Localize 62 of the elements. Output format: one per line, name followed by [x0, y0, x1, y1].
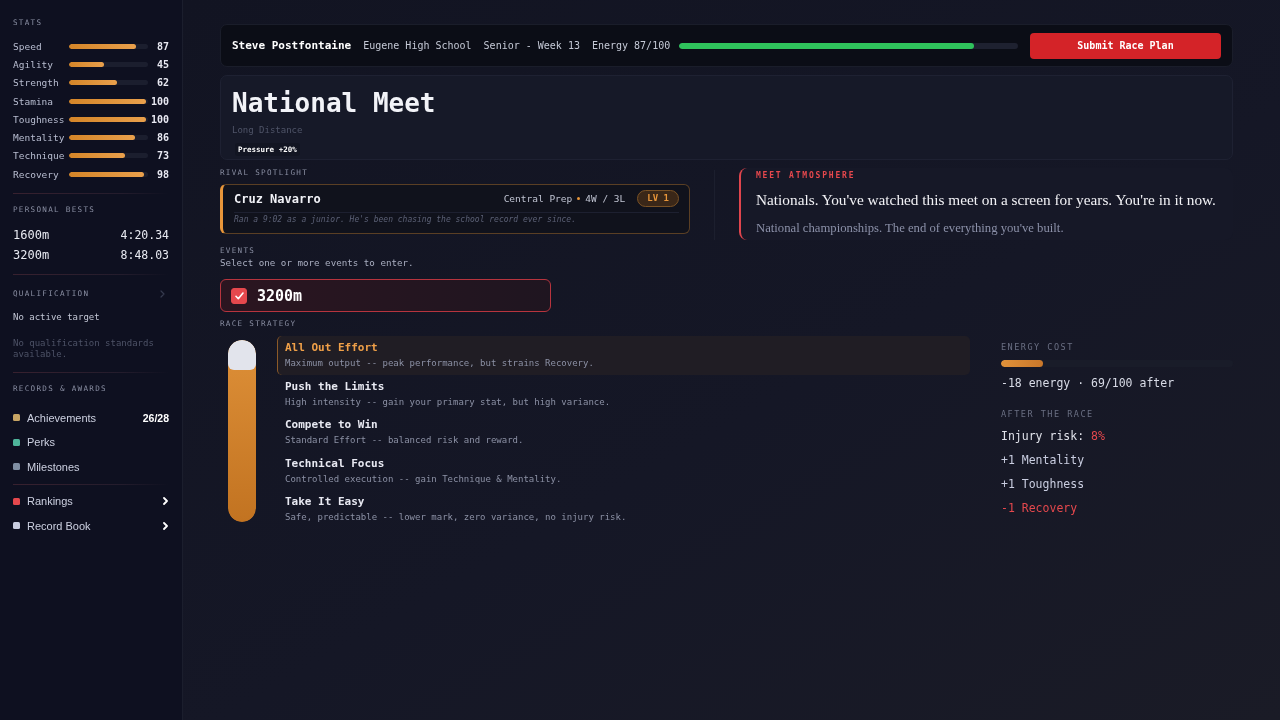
slider-thumb[interactable]: [228, 340, 256, 370]
stat-name: Strength: [13, 77, 60, 89]
submit-button[interactable]: Submit Race Plan: [1030, 32, 1221, 59]
school-name: Eugene High School: [363, 40, 472, 51]
stat-name: Speed: [13, 40, 43, 52]
strategy-option[interactable]: All Out Effort Maximum output -- peak performance, but strains Recovery.: [277, 336, 970, 375]
rival-name: Cruz Navarro: [234, 191, 321, 206]
stat-value: 100: [149, 113, 169, 125]
stat-value: 100: [149, 95, 169, 107]
stat-value: 45: [155, 58, 169, 70]
sidebar-link[interactable]: Rankings: [13, 488, 169, 514]
strategy-option[interactable]: Push the Limits High intensity -- gain your primary stat, but high variance.: [277, 374, 970, 414]
checkbox[interactable]: [231, 287, 247, 304]
best-time: 4:20.34: [120, 228, 169, 243]
level-badge: LV 1: [637, 190, 679, 207]
stat-value: 87: [155, 40, 169, 52]
meet-title: National Meet: [232, 88, 436, 118]
season-week: Senior - Week 13: [483, 40, 580, 51]
stat-name: Agility: [13, 58, 55, 70]
stat-value: 73: [155, 150, 169, 162]
best-event: 1600m: [13, 228, 50, 243]
record-label: Perks: [27, 436, 56, 449]
event-toggle[interactable]: 3200m: [220, 279, 551, 312]
stat-change-text: +1 Mentality: [1001, 453, 1085, 467]
stat-name: Mentality: [13, 132, 66, 144]
strategy-slider[interactable]: [228, 340, 256, 522]
events-hint: Select one or more events to enter.: [220, 257, 415, 269]
section-heading: AFTER THE RACE: [1001, 409, 1095, 419]
record-count: 26/28: [142, 411, 169, 424]
atmosphere-headline: Nationals. You've watched this meet on a screen for years. You're in it now.: [756, 191, 1217, 209]
meet-distance: Long Distance: [232, 125, 303, 135]
injury-risk-text: Injury risk: 8%: [1001, 429, 1105, 443]
section-heading: ENERGY COST: [1001, 342, 1075, 352]
strategy-option[interactable]: Take It Easy Safe, predictable -- lower mark, zero variance, no injury risk.: [277, 490, 970, 529]
rival-school: Central Prep: [503, 193, 573, 204]
rival-note: Ran a 9:02 as a junior. He's been chasing the school record ever since.: [234, 214, 577, 226]
stat-name: Stamina: [13, 95, 55, 107]
qualification-note: No qualification standards available.: [13, 338, 155, 361]
checkmark-icon: [234, 291, 244, 300]
atmosphere-heading: MEET ATMOSPHERE: [756, 171, 857, 181]
qualification-status: No active target: [13, 311, 101, 324]
rival-record: 4W / 3L: [585, 193, 626, 204]
stat-change-text: +1 Toughness: [1001, 477, 1085, 491]
stat-value: 62: [155, 77, 169, 89]
record-label: Milestones: [27, 460, 80, 473]
atmosphere-detail: National championships. The end of everything you've built.: [756, 221, 1065, 236]
stat-name: Recovery: [13, 168, 60, 180]
strategy-option[interactable]: Technical Focus Controlled execution -- gain Technique & Mentality.: [277, 451, 970, 491]
stat-value: 86: [155, 132, 169, 144]
best-event: 3200m: [13, 248, 50, 263]
energy-cost-text: -18 energy · 69/100 after: [1001, 375, 1176, 391]
record-label: Achievements: [27, 411, 97, 424]
energy-label: Energy 87/100: [591, 40, 671, 51]
stat-name: Toughness: [13, 113, 66, 125]
stat-name: Technique: [13, 150, 66, 162]
strategy-option[interactable]: Compete to Win Standard Effort -- balanced risk and reward.: [277, 413, 970, 452]
stat-change-text: -1 Recovery: [1001, 501, 1078, 515]
sidebar-link[interactable]: Record Book: [13, 513, 169, 538]
stat-value: 98: [155, 168, 169, 180]
separator-dot-icon: [577, 197, 581, 200]
best-time: 8:48.03: [120, 248, 169, 263]
player-name: Steve Postfontaine: [232, 39, 352, 52]
